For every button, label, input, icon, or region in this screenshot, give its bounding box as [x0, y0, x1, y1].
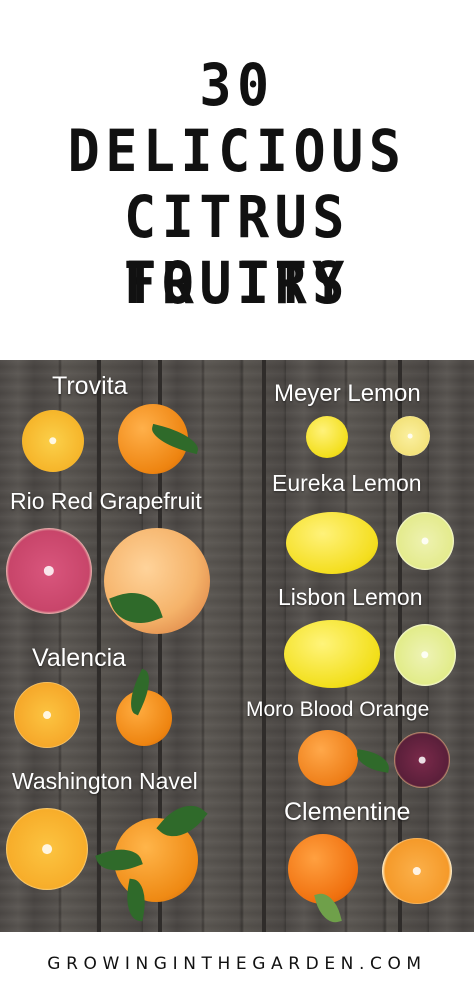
title-line-2: DELICIOUS [67, 117, 407, 185]
label-trovita: Trovita [52, 372, 128, 400]
title-line-4: TO TRY [124, 249, 350, 317]
meyer-lemon-slice [390, 416, 430, 456]
label-moro-blood-orange: Moro Blood Orange [246, 698, 430, 721]
label-meyer-lemon: Meyer Lemon [274, 380, 421, 407]
title-block: 30 DELICIOUS CITRUS FRUITS TO TRY [0, 0, 474, 360]
leaf-icon [354, 749, 392, 773]
site-url: GROWINGINTHEGARDEN.COM [47, 954, 427, 974]
plank-gap [262, 360, 266, 932]
title-line-1: 30 [199, 51, 275, 119]
label-rio-red: Rio Red Grapefruit [10, 488, 202, 514]
eureka-lemon-slice [396, 512, 454, 570]
clementine-slice [382, 838, 452, 904]
citrus-photo: Trovita Rio Red Grapefruit Valencia Wash… [0, 360, 474, 932]
navel-slice [6, 808, 88, 890]
label-lisbon-lemon: Lisbon Lemon [278, 584, 423, 610]
lisbon-lemon-slice [394, 624, 456, 686]
lisbon-lemon [284, 620, 380, 688]
footer: GROWINGINTHEGARDEN.COM [0, 932, 474, 995]
valencia-slice [14, 682, 80, 748]
eureka-lemon [286, 512, 378, 574]
grapefruit-slice [6, 528, 92, 614]
moro-blood-orange [298, 730, 358, 786]
label-clementine: Clementine [284, 798, 411, 826]
label-valencia: Valencia [32, 644, 127, 672]
blood-orange-slice [394, 732, 450, 788]
meyer-lemon [306, 416, 348, 458]
trovita-slice [22, 410, 84, 472]
label-washington-navel: Washington Navel [12, 768, 198, 794]
label-eureka-lemon: Eureka Lemon [272, 470, 422, 496]
